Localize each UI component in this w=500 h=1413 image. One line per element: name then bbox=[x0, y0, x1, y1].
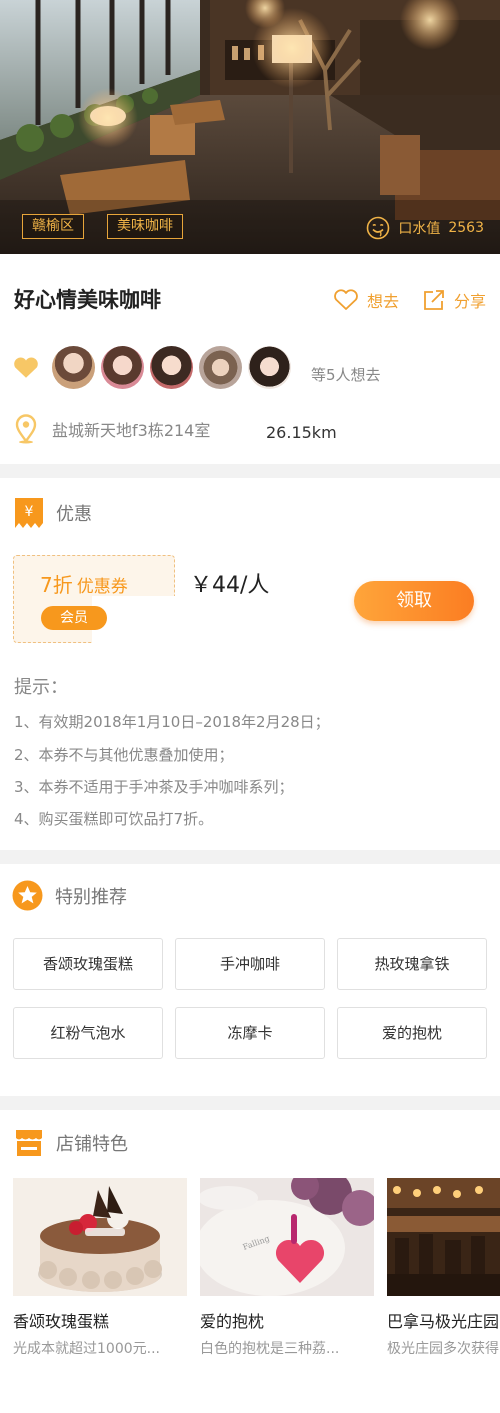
tip-item: 4、购买蛋糕即可饮品打7折。 bbox=[14, 810, 214, 828]
shop-icon bbox=[16, 1130, 42, 1156]
features-section-header: 店铺特色 bbox=[14, 1128, 128, 1158]
address-text: 盐城新天地f3栋214室 bbox=[52, 421, 211, 440]
tip-item: 2、本券不与其他优惠叠加使用； bbox=[14, 746, 234, 764]
avatar[interactable] bbox=[248, 346, 291, 389]
address-row[interactable]: 盐城新天地f3栋214室 bbox=[14, 414, 210, 444]
coupon-section-header: ¥ 优惠 bbox=[14, 497, 92, 529]
feature-image bbox=[387, 1178, 500, 1296]
feature-image: Falling bbox=[200, 1178, 374, 1296]
tip-item: 3、本券不适用于手冲茶及手冲咖啡系列； bbox=[14, 778, 294, 796]
heart-filled-icon bbox=[14, 357, 38, 378]
shop-title: 好心情美味咖啡 bbox=[14, 288, 161, 312]
tips-title: 提示： bbox=[14, 677, 68, 698]
feature-name: 巴拿马极光庄园 bbox=[387, 1312, 500, 1331]
distance-text: 26.15km bbox=[266, 423, 337, 442]
recommend-item[interactable]: 冻摩卡 bbox=[175, 1007, 325, 1059]
hero-image: 赣榆区 美味咖啡 口水值 2563 bbox=[0, 0, 500, 254]
heart-cushion-photo: Falling bbox=[200, 1178, 374, 1296]
features-section-title: 店铺特色 bbox=[56, 1134, 128, 1155]
coupon-rate: 7折 优惠券 bbox=[40, 569, 128, 598]
avatar[interactable] bbox=[199, 346, 242, 389]
recommend-item[interactable]: 红粉气泡水 bbox=[13, 1007, 163, 1059]
category-tag[interactable]: 美味咖啡 bbox=[107, 214, 183, 239]
koushui-score: 口水值 2563 bbox=[366, 214, 484, 242]
svg-text:¥: ¥ bbox=[25, 504, 34, 520]
recommend-item[interactable]: 爱的抱枕 bbox=[337, 1007, 487, 1059]
feature-image bbox=[13, 1178, 187, 1296]
feature-card[interactable]: Falling 爱的抱枕 白色的抱枕是三种荔... bbox=[200, 1178, 374, 1358]
avatar[interactable] bbox=[52, 346, 95, 389]
feature-name: 爱的抱枕 bbox=[200, 1312, 265, 1331]
tip-item: 1、有效期2018年1月10日–2018年2月28日； bbox=[14, 713, 330, 731]
coupon-rate-label: 优惠券 bbox=[76, 577, 128, 597]
koushui-value: 2563 bbox=[448, 220, 484, 236]
feature-name: 香颂玫瑰蛋糕 bbox=[13, 1312, 110, 1331]
recommend-item[interactable]: 热玫瑰拿铁 bbox=[337, 938, 487, 990]
avatar[interactable] bbox=[150, 346, 193, 389]
section-divider bbox=[0, 1096, 500, 1110]
avatar[interactable] bbox=[101, 346, 144, 389]
district-tag[interactable]: 赣榆区 bbox=[22, 214, 84, 239]
feature-card[interactable]: 巴拿马极光庄园 极光庄园多次获得 bbox=[387, 1178, 500, 1358]
member-badge: 会员 bbox=[41, 606, 107, 630]
coffee-estate-photo bbox=[387, 1178, 500, 1296]
share-label: 分享 bbox=[454, 292, 487, 311]
recommend-item[interactable]: 香颂玫瑰蛋糕 bbox=[13, 938, 163, 990]
coupon-section-title: 优惠 bbox=[56, 504, 92, 525]
koushui-label: 口水值 bbox=[398, 221, 441, 237]
likes-count-text[interactable]: 等5人想去 bbox=[311, 364, 381, 385]
section-divider bbox=[0, 464, 500, 478]
drool-face-icon bbox=[367, 216, 390, 240]
feature-desc: 白色的抱枕是三种荔... bbox=[200, 1341, 340, 1357]
section-divider bbox=[0, 850, 500, 864]
coupon-yen-icon: ¥ bbox=[15, 498, 43, 528]
coupon-rate-value: 7折 bbox=[40, 573, 73, 597]
recommend-item[interactable]: 手冲咖啡 bbox=[175, 938, 325, 990]
feature-card[interactable]: 香颂玫瑰蛋糕 光成本就超过1000元... bbox=[13, 1178, 187, 1358]
location-pin-icon bbox=[15, 414, 37, 444]
feature-desc: 极光庄园多次获得 bbox=[387, 1341, 499, 1357]
recommend-section-title: 特别推荐 bbox=[55, 886, 127, 908]
want-label: 想去 bbox=[367, 292, 400, 311]
coupon-card[interactable]: 7折 优惠券 会员 bbox=[13, 555, 182, 648]
coupon-price: ￥44/人 bbox=[190, 573, 270, 598]
share-button[interactable]: 分享 bbox=[422, 288, 486, 312]
liked-users[interactable] bbox=[12, 346, 297, 389]
page: 赣榆区 美味咖啡 口水值 2563 好心情美味咖啡 想去 分享 等5人想去 盐城… bbox=[0, 0, 500, 1413]
want-button[interactable]: 想去 bbox=[333, 288, 399, 312]
claim-coupon-button[interactable]: 领取 bbox=[354, 581, 474, 621]
cake-photo bbox=[13, 1178, 187, 1296]
heart-outline-icon bbox=[334, 289, 358, 310]
share-icon bbox=[424, 290, 444, 310]
feature-desc: 光成本就超过1000元... bbox=[13, 1341, 160, 1357]
recommend-section-header: 特别推荐 bbox=[12, 880, 127, 911]
star-badge-icon bbox=[12, 880, 43, 911]
